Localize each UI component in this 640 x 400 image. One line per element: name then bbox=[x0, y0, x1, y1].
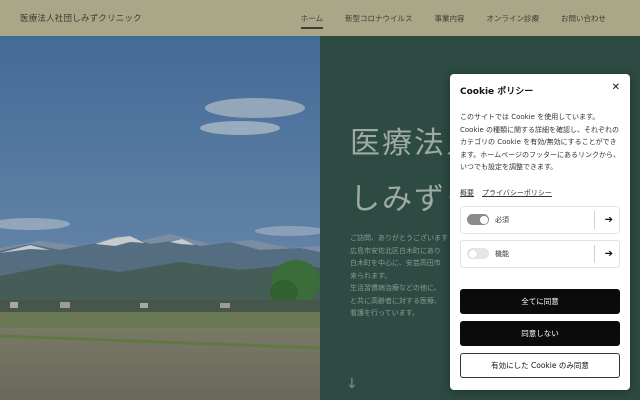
row-divider bbox=[594, 210, 595, 229]
nav-item-contact[interactable]: お問い合わせ bbox=[561, 9, 606, 28]
cookie-dialog-title: Cookie ポリシー bbox=[460, 87, 534, 97]
functional-toggle[interactable] bbox=[467, 248, 489, 259]
accept-all-button[interactable]: 全てに同意 bbox=[460, 289, 620, 314]
cookie-category-functional[interactable]: 機能 ➔ bbox=[460, 239, 620, 268]
site-brand[interactable]: 医療法人社団しみずクリニック bbox=[20, 12, 142, 24]
close-icon[interactable]: ✕ bbox=[612, 82, 620, 93]
privacy-policy-link[interactable]: プライバシーポリシー bbox=[482, 188, 552, 198]
cookie-links: 概要 プライバシーポリシー bbox=[460, 188, 620, 198]
site-header: 医療法人社団しみずクリニック ホーム 新型コロナウイルス 事業内容 オンライン診… bbox=[0, 0, 640, 36]
cookie-action-buttons: 全てに同意 同意しない 有効にした Cookie のみ同意 bbox=[460, 282, 620, 378]
reject-button[interactable]: 同意しない bbox=[460, 321, 620, 346]
required-toggle[interactable] bbox=[467, 214, 489, 225]
accept-selected-button[interactable]: 有効にした Cookie のみ同意 bbox=[460, 353, 620, 378]
nav-item-home[interactable]: ホーム bbox=[300, 9, 324, 29]
nav-item-online-consult[interactable]: オンライン診療 bbox=[487, 9, 540, 28]
arrow-down-icon[interactable]: ↓ bbox=[346, 376, 358, 392]
toggle-knob bbox=[468, 249, 477, 258]
cookie-dialog: Cookie ポリシー ✕ このサイトでは Cookie を使用しています。Co… bbox=[450, 74, 630, 390]
cookie-description: このサイトでは Cookie を使用しています。Cookie の種類に関する詳細… bbox=[460, 113, 620, 171]
arrow-right-icon[interactable]: ➔ bbox=[605, 214, 613, 225]
main-nav: ホーム 新型コロナウイルス 事業内容 オンライン診療 お問い合わせ bbox=[300, 0, 606, 36]
row-divider bbox=[594, 244, 595, 263]
cookie-category-required[interactable]: 必須 ➔ bbox=[460, 205, 620, 234]
nav-item-covid[interactable]: 新型コロナウイルス bbox=[345, 9, 413, 28]
overview-link[interactable]: 概要 bbox=[460, 188, 474, 198]
category-label-functional: 機能 bbox=[495, 249, 509, 258]
nav-item-services[interactable]: 事業内容 bbox=[435, 9, 465, 28]
hero-landscape-image bbox=[0, 36, 320, 400]
arrow-right-icon[interactable]: ➔ bbox=[605, 248, 613, 259]
category-label-required: 必須 bbox=[495, 215, 509, 224]
toggle-knob bbox=[479, 215, 488, 224]
